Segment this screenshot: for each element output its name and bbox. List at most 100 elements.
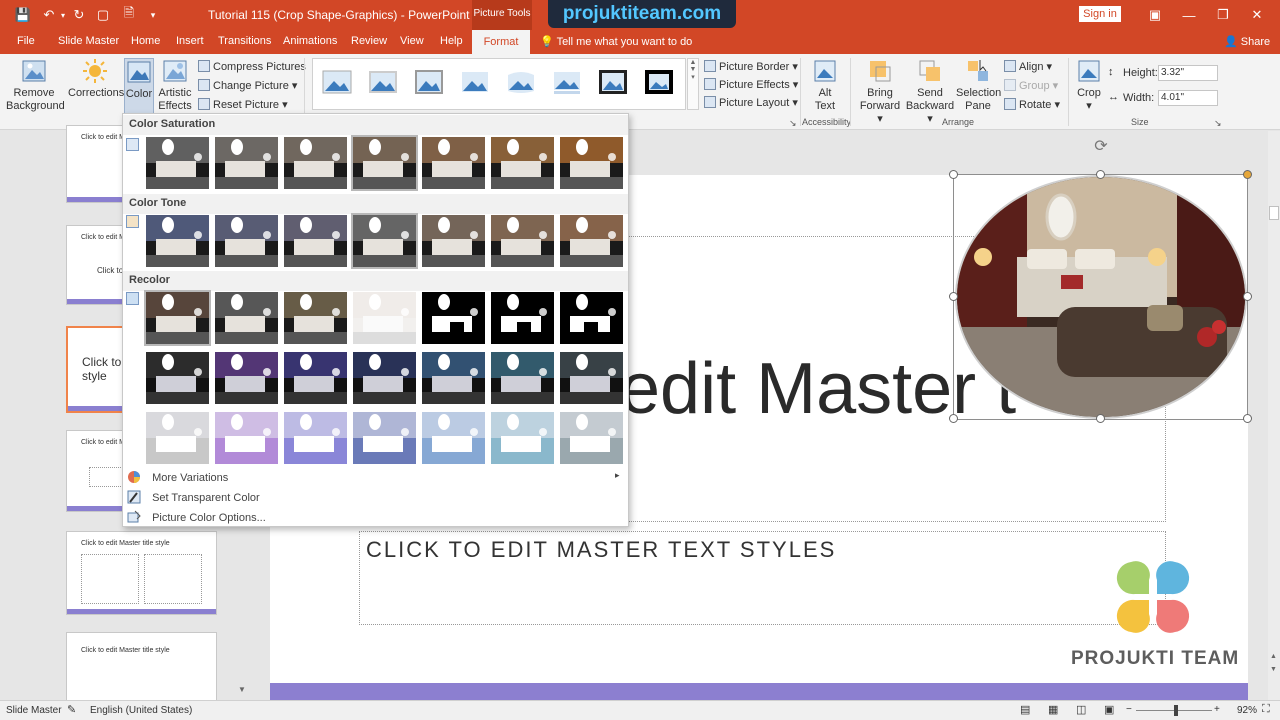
- zoom-level[interactable]: 92%: [1237, 705, 1257, 716]
- recolor-dark-swatch-6[interactable]: [491, 352, 554, 404]
- more-variations-item[interactable]: More Variations ▸: [127, 470, 620, 484]
- picture-styles-gallery[interactable]: [312, 58, 686, 110]
- recolor-light-swatch-7[interactable]: [560, 412, 623, 464]
- recolor-dark-swatch-7[interactable]: [560, 352, 623, 404]
- recolor-dark-swatch-4[interactable]: [353, 352, 416, 404]
- tab-transitions[interactable]: Transitions: [218, 35, 271, 47]
- picture-styles-launcher-icon[interactable]: ↘: [789, 118, 797, 129]
- minimize-icon[interactable]: —: [1172, 0, 1206, 30]
- slide-scrollbar[interactable]: ▲ ▼: [1268, 131, 1280, 700]
- saturation-swatch-7[interactable]: [560, 137, 623, 189]
- tab-file[interactable]: File: [17, 35, 35, 47]
- sign-in-button[interactable]: Sign in: [1079, 6, 1121, 22]
- color-button[interactable]: Color: [124, 58, 154, 116]
- picture-style-6[interactable]: [552, 69, 582, 95]
- saturation-swatch-6[interactable]: [491, 137, 554, 189]
- tab-insert[interactable]: Insert: [176, 35, 204, 47]
- bring-forward-button[interactable]: Bring Forward ▾: [856, 58, 904, 126]
- saturation-swatch-3[interactable]: [284, 137, 347, 189]
- picture-style-8[interactable]: [644, 69, 674, 95]
- recolor-swatch-7[interactable]: [560, 292, 623, 344]
- rotate-handle-icon[interactable]: ⟳: [1091, 137, 1111, 157]
- status-language[interactable]: English (United States): [90, 705, 192, 716]
- thumbnail-slide-5[interactable]: Click to edit Master title style: [66, 531, 217, 615]
- resize-handle-bottom-left[interactable]: [949, 414, 958, 423]
- resize-handle-bottom[interactable]: [1096, 414, 1105, 423]
- undo-dropdown-icon[interactable]: ▾: [58, 0, 68, 30]
- tone-swatch-2[interactable]: [215, 215, 278, 267]
- customize-qat-icon[interactable]: ▾: [142, 0, 164, 30]
- picture-border-button[interactable]: Picture Border ▾: [704, 60, 798, 73]
- resize-handle-top[interactable]: [1096, 170, 1105, 179]
- tab-format[interactable]: Format: [472, 30, 530, 54]
- tab-animations[interactable]: Animations: [283, 35, 337, 47]
- send-backward-button[interactable]: Send Backward ▾: [904, 58, 956, 126]
- recolor-light-swatch-3[interactable]: [284, 412, 347, 464]
- set-transparent-color-item[interactable]: Set Transparent Color: [127, 490, 260, 504]
- recolor-dark-swatch-3[interactable]: [284, 352, 347, 404]
- recolor-light-swatch-6[interactable]: [491, 412, 554, 464]
- selection-pane-button[interactable]: Selection Pane: [956, 58, 1001, 113]
- remove-background-button[interactable]: Remove Background: [6, 58, 65, 113]
- recolor-light-swatch-4[interactable]: [353, 412, 416, 464]
- change-picture-button[interactable]: Change Picture ▾: [198, 79, 297, 92]
- saturation-swatch-4[interactable]: [351, 135, 418, 191]
- bedroom-picture[interactable]: [955, 175, 1247, 419]
- picture-style-3[interactable]: [414, 69, 444, 95]
- saturation-swatch-2[interactable]: [215, 137, 278, 189]
- compress-pictures-button[interactable]: Compress Pictures: [198, 60, 306, 73]
- recolor-swatch-6[interactable]: [491, 292, 554, 344]
- thumbnail-slide-6[interactable]: Click to edit Master title style: [66, 632, 217, 702]
- alt-text-button[interactable]: Alt Text: [808, 58, 842, 113]
- previous-slide-icon[interactable]: ▲: [1270, 653, 1277, 660]
- resize-handle-top-left[interactable]: [949, 170, 958, 179]
- reading-view-icon[interactable]: ◫: [1076, 703, 1086, 716]
- recolor-dark-swatch-2[interactable]: [215, 352, 278, 404]
- spelling-icon[interactable]: ✎: [67, 703, 76, 716]
- new-file-icon[interactable]: 🗎: [118, 0, 140, 30]
- close-icon[interactable]: ✕: [1240, 0, 1274, 30]
- crop-button[interactable]: Crop ▾: [1074, 58, 1104, 113]
- normal-view-icon[interactable]: ▤: [1020, 703, 1030, 716]
- fit-to-window-icon[interactable]: ⛶: [1262, 703, 1270, 716]
- picture-layout-button[interactable]: Picture Layout ▾: [704, 96, 798, 109]
- zoom-in-icon[interactable]: +: [1214, 704, 1220, 715]
- tab-view[interactable]: View: [400, 35, 424, 47]
- align-button[interactable]: Align ▾: [1004, 60, 1052, 73]
- recolor-light-swatch-1[interactable]: [146, 412, 209, 464]
- width-input[interactable]: 4.01": [1158, 90, 1218, 106]
- tone-swatch-7[interactable]: [560, 215, 623, 267]
- tone-swatch-4[interactable]: [351, 213, 418, 269]
- start-from-beginning-icon[interactable]: ▢: [92, 0, 114, 30]
- scroll-down-icon[interactable]: ▼: [238, 685, 246, 694]
- recolor-swatch-3[interactable]: [284, 292, 347, 344]
- tab-slide-master[interactable]: Slide Master: [58, 35, 119, 47]
- corrections-button[interactable]: Corrections: [68, 58, 124, 100]
- slide-sorter-icon[interactable]: ▦: [1048, 703, 1058, 716]
- restore-icon[interactable]: ❐: [1206, 0, 1240, 30]
- picture-effects-button[interactable]: Picture Effects ▾: [704, 78, 798, 91]
- zoom-slider-thumb[interactable]: [1174, 705, 1178, 716]
- recolor-light-swatch-2[interactable]: [215, 412, 278, 464]
- tab-review[interactable]: Review: [351, 35, 387, 47]
- gallery-more-button[interactable]: ▲ ▼ ▾: [687, 58, 699, 110]
- recolor-dark-swatch-5[interactable]: [422, 352, 485, 404]
- undo-icon[interactable]: ↶: [38, 0, 60, 30]
- saturation-swatch-5[interactable]: [422, 137, 485, 189]
- share-button[interactable]: 👤 Share: [1224, 35, 1270, 48]
- tone-swatch-5[interactable]: [422, 215, 485, 267]
- picture-color-options-item[interactable]: Picture Color Options...: [127, 510, 266, 524]
- zoom-out-icon[interactable]: −: [1126, 704, 1132, 715]
- height-input[interactable]: 3.32": [1158, 65, 1218, 81]
- tone-swatch-3[interactable]: [284, 215, 347, 267]
- reset-picture-button[interactable]: Reset Picture ▾: [198, 98, 288, 111]
- redo-icon[interactable]: ↻: [68, 0, 90, 30]
- tone-swatch-1[interactable]: [146, 215, 209, 267]
- tab-help[interactable]: Help: [440, 35, 463, 47]
- rotate-button[interactable]: Rotate ▾: [1004, 98, 1060, 111]
- next-slide-icon[interactable]: ▼: [1270, 666, 1277, 673]
- picture-style-2[interactable]: [368, 69, 398, 95]
- recolor-swatch-4[interactable]: [353, 292, 416, 344]
- save-icon[interactable]: 💾: [12, 0, 34, 30]
- recolor-swatch-2[interactable]: [215, 292, 278, 344]
